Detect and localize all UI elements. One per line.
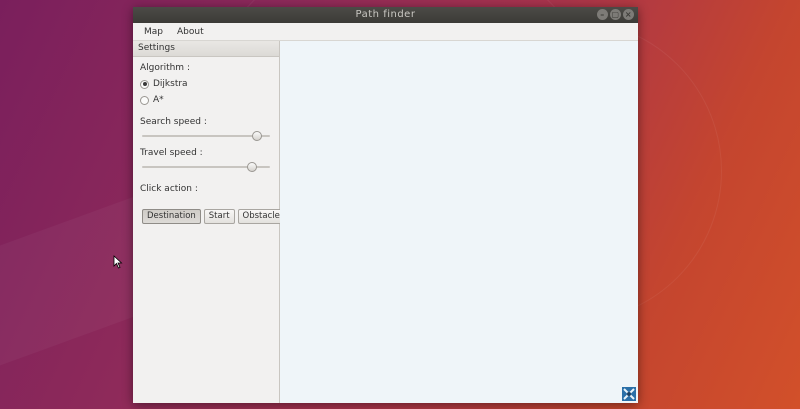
radio-astar[interactable]: A* [140, 95, 164, 105]
settings-header: Settings [133, 41, 279, 57]
click-action-label: Click action : [140, 184, 198, 194]
menu-map[interactable]: Map [137, 27, 170, 37]
radio-dijkstra[interactable]: Dijkstra [140, 79, 188, 89]
search-speed-slider[interactable] [142, 131, 270, 141]
app-logo-icon [622, 387, 636, 401]
map-canvas[interactable] [280, 41, 638, 403]
title-bar: Path finder – ▢ × [133, 7, 638, 23]
wallpaper-shape [0, 194, 140, 366]
menu-about[interactable]: About [170, 27, 211, 37]
slider-thumb[interactable] [247, 162, 258, 172]
slider-thumb[interactable] [252, 131, 263, 141]
radio-button-icon[interactable] [140, 79, 149, 89]
travel-speed-label: Travel speed : [140, 148, 203, 158]
main-content: Settings Algorithm : Dijkstra A* Search … [133, 41, 638, 403]
start-button[interactable]: Start [203, 209, 235, 224]
settings-panel: Settings Algorithm : Dijkstra A* Search … [133, 41, 285, 403]
obstacle-button[interactable]: Obstacle [237, 209, 285, 224]
menu-bar: Map About [133, 23, 638, 41]
travel-speed-slider[interactable] [142, 162, 270, 172]
radio-button-icon[interactable] [140, 95, 149, 105]
window-controls: – ▢ × [597, 9, 634, 20]
maximize-button[interactable]: ▢ [610, 9, 621, 20]
app-window: Path finder – ▢ × Map About Settings Alg… [133, 7, 638, 403]
click-action-buttons: Destination Start Obstacle [142, 209, 285, 224]
radio-astar-label: A* [153, 95, 164, 105]
close-button[interactable]: × [623, 9, 634, 20]
mouse-cursor-icon [113, 255, 123, 269]
radio-dijkstra-label: Dijkstra [153, 79, 188, 89]
window-title: Path finder [355, 9, 416, 20]
search-speed-label: Search speed : [140, 117, 207, 127]
slider-track [142, 135, 270, 137]
minimize-button[interactable]: – [597, 9, 608, 20]
algorithm-label: Algorithm : [140, 63, 190, 73]
destination-button[interactable]: Destination [142, 209, 201, 224]
